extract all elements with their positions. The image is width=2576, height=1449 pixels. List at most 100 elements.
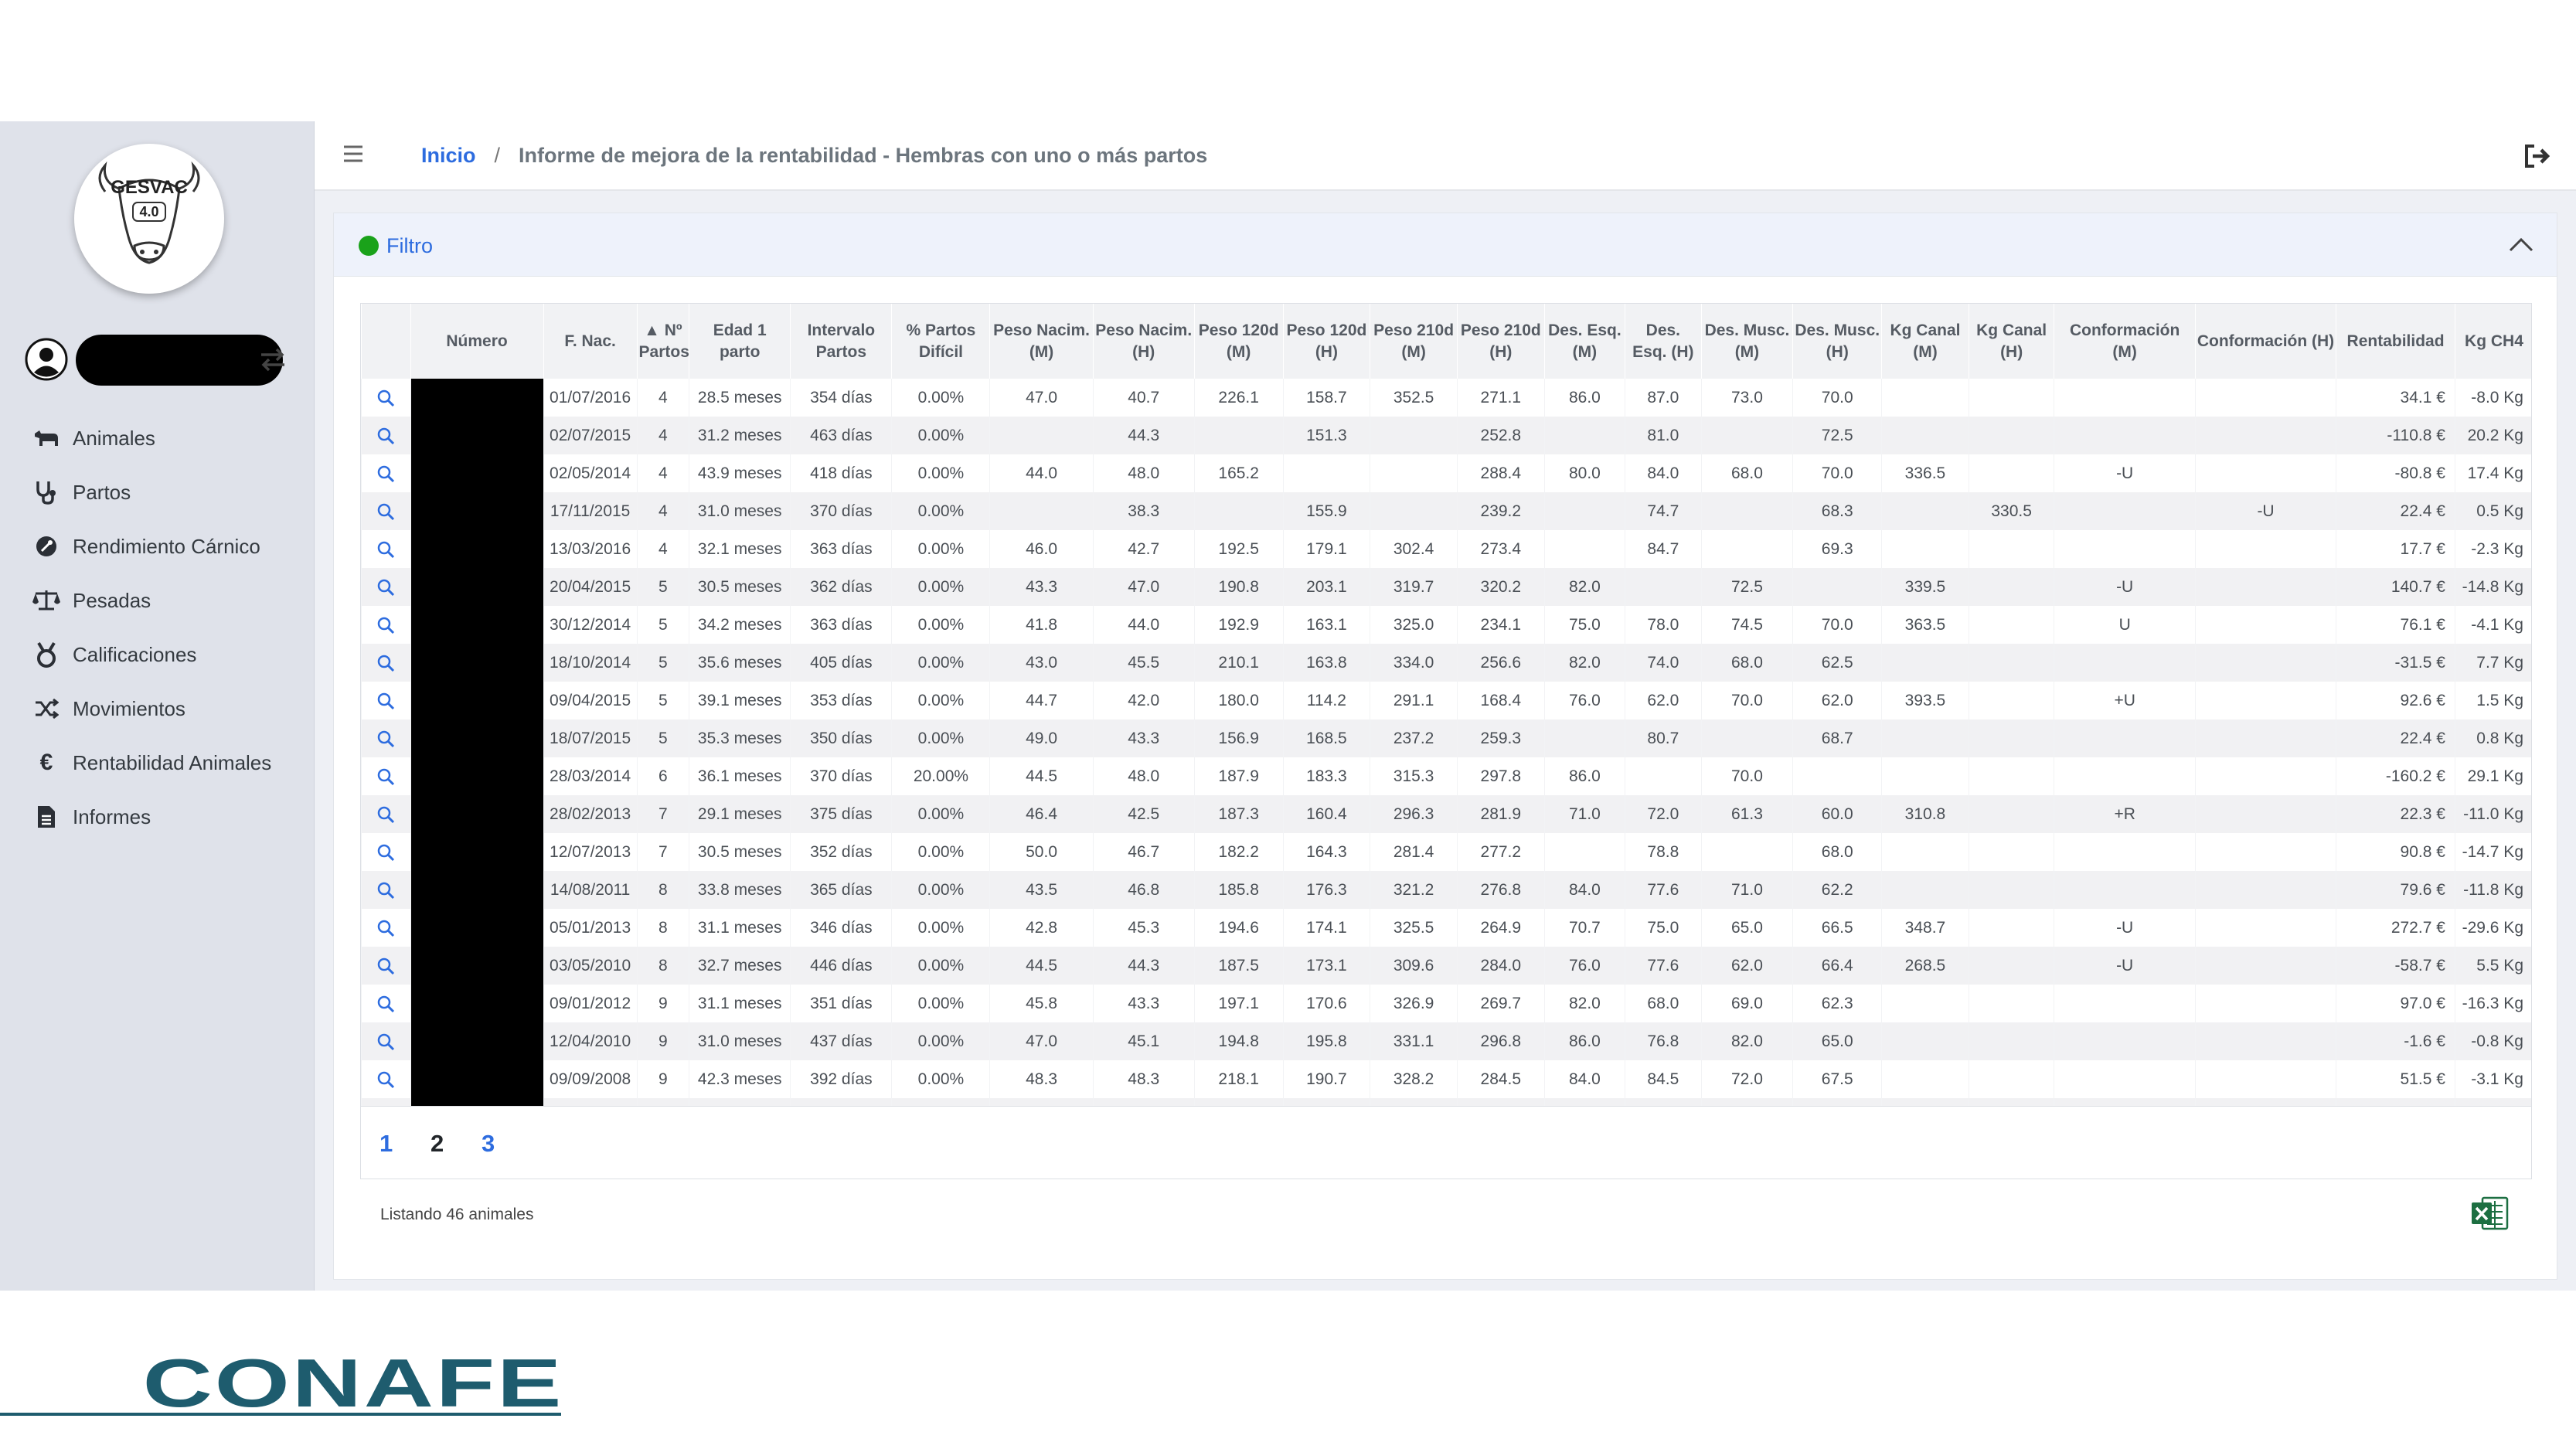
table-cell: -U	[2054, 568, 2196, 606]
table-cell: 173.1	[1282, 947, 1370, 985]
page-link-1[interactable]: 1	[379, 1130, 393, 1158]
search-icon[interactable]	[376, 843, 395, 862]
table-cell	[1543, 530, 1625, 568]
search-icon[interactable]	[376, 919, 395, 937]
sidebar-item-partos[interactable]: Partos	[31, 473, 294, 512]
excel-export-icon[interactable]	[2470, 1195, 2509, 1232]
table-cell: 14/08/2011	[543, 871, 638, 909]
table-cell: 13/03/2016	[543, 530, 638, 568]
table-cell: 81.0	[1625, 417, 1702, 454]
table-cell: 8	[636, 871, 689, 909]
search-icon[interactable]	[376, 616, 395, 634]
search-icon[interactable]	[376, 1032, 395, 1051]
table-cell: 79.6 €	[2336, 871, 2455, 909]
sidebar-item-informes[interactable]: Informes	[31, 798, 294, 836]
table-cell: 297.8	[1456, 757, 1545, 795]
table-cell: 29.1 meses	[689, 795, 791, 833]
table-cell: 281.4	[1370, 833, 1458, 871]
column-header: Edad 1 parto	[689, 304, 791, 379]
table-cell: 78.8	[1625, 833, 1702, 871]
search-icon[interactable]	[376, 995, 395, 1013]
search-icon[interactable]	[376, 654, 395, 672]
row-view-cell	[361, 947, 411, 985]
table-cell: 331.1	[1370, 1022, 1458, 1060]
table-cell	[1968, 454, 2054, 492]
table-cell: 47.0	[989, 1022, 1094, 1060]
search-icon[interactable]	[376, 730, 395, 748]
table-cell	[2194, 417, 2336, 454]
search-icon[interactable]	[376, 881, 395, 900]
sidebar-item-rendimiento[interactable]: Rendimiento Cárnico	[31, 527, 294, 566]
table-cell: 68.0	[1625, 985, 1702, 1022]
table-cell	[1881, 871, 1969, 909]
table-cell: 73.0	[1700, 379, 1793, 417]
search-icon[interactable]	[376, 427, 395, 445]
row-view-cell	[361, 606, 411, 644]
table-cell	[1968, 909, 2054, 947]
table-cell: 62.0	[1792, 682, 1882, 719]
filter-header[interactable]: Filtro	[334, 213, 2557, 277]
table-cell: 392 días	[790, 1060, 892, 1098]
table-cell	[2054, 719, 2196, 757]
sidebar-item-movimientos[interactable]: Movimientos	[31, 689, 294, 728]
table-cell: 0.8 Kg	[2454, 719, 2531, 757]
gesvac-logo[interactable]: GESVAC 4.0	[74, 144, 224, 294]
table-cell: 463 días	[790, 417, 892, 454]
animal-number-redacted	[410, 379, 544, 417]
table-cell: 22.4 €	[2336, 719, 2455, 757]
user-avatar-icon[interactable]	[25, 338, 68, 381]
table-cell: 6	[636, 757, 689, 795]
table-cell	[1881, 530, 1969, 568]
sidebar-item-calificaciones[interactable]: Calificaciones	[31, 635, 294, 674]
table-cell: 365 días	[790, 871, 892, 909]
column-header[interactable]: ▲ Nº Partos	[636, 304, 689, 379]
table-cell: 437 días	[790, 1022, 892, 1060]
table-cell: 32.7 meses	[689, 947, 791, 985]
search-icon[interactable]	[376, 957, 395, 975]
column-header: F. Nac.	[543, 304, 638, 379]
logout-icon[interactable]	[2522, 141, 2553, 171]
table-cell: 09/01/2012	[543, 985, 638, 1022]
table-cell	[2194, 606, 2336, 644]
search-icon[interactable]	[376, 692, 395, 710]
menu-toggle-icon[interactable]	[342, 145, 364, 163]
table-cell: -14.8 Kg	[2454, 568, 2531, 606]
table-cell: 38.3	[1092, 492, 1195, 530]
search-icon[interactable]	[376, 578, 395, 597]
table-cell: +R	[2054, 795, 2196, 833]
table-cell	[1968, 417, 2054, 454]
table-cell: 28/03/2014	[543, 757, 638, 795]
table-cell: 256.6	[1456, 644, 1545, 682]
table-cell: 82.0	[1543, 985, 1625, 1022]
sidebar-item-pesadas[interactable]: Pesadas	[31, 581, 294, 620]
table-cell	[1968, 947, 2054, 985]
switch-user-icon[interactable]	[258, 344, 288, 375]
filter-label[interactable]: Filtro	[386, 232, 433, 260]
table-cell	[1968, 985, 2054, 1022]
search-icon[interactable]	[376, 1070, 395, 1089]
table-cell: 8	[636, 909, 689, 947]
table-cell: 7	[636, 833, 689, 871]
table-cell: 42.0	[1092, 682, 1195, 719]
table-cell: 351 días	[790, 985, 892, 1022]
table-row: 28/03/2014 6 36.1 meses 370 días 20.00% 44.5 4…	[361, 757, 2531, 795]
table-cell: 310.8	[1881, 795, 1969, 833]
table-cell: 09/04/2015	[543, 682, 638, 719]
page-link-3[interactable]: 3	[482, 1130, 495, 1158]
search-icon[interactable]	[376, 767, 395, 786]
table-cell: 31.1 meses	[689, 985, 791, 1022]
search-icon[interactable]	[376, 464, 395, 483]
row-view-cell	[361, 757, 411, 795]
breadcrumb-home-link[interactable]: Inicio	[421, 144, 476, 167]
sidebar-item-animales[interactable]: Animales	[31, 419, 294, 457]
sidebar-item-rentabilidad[interactable]: € Rentabilidad Animales	[31, 743, 294, 782]
table-cell: 180.0	[1193, 682, 1284, 719]
table-cell	[2194, 795, 2336, 833]
chevron-up-icon[interactable]	[2507, 233, 2535, 257]
search-icon[interactable]	[376, 502, 395, 521]
search-icon[interactable]	[376, 389, 395, 407]
table-cell	[2194, 454, 2336, 492]
page-link-2-current[interactable]: 2	[430, 1130, 444, 1158]
search-icon[interactable]	[376, 540, 395, 559]
search-icon[interactable]	[376, 805, 395, 824]
